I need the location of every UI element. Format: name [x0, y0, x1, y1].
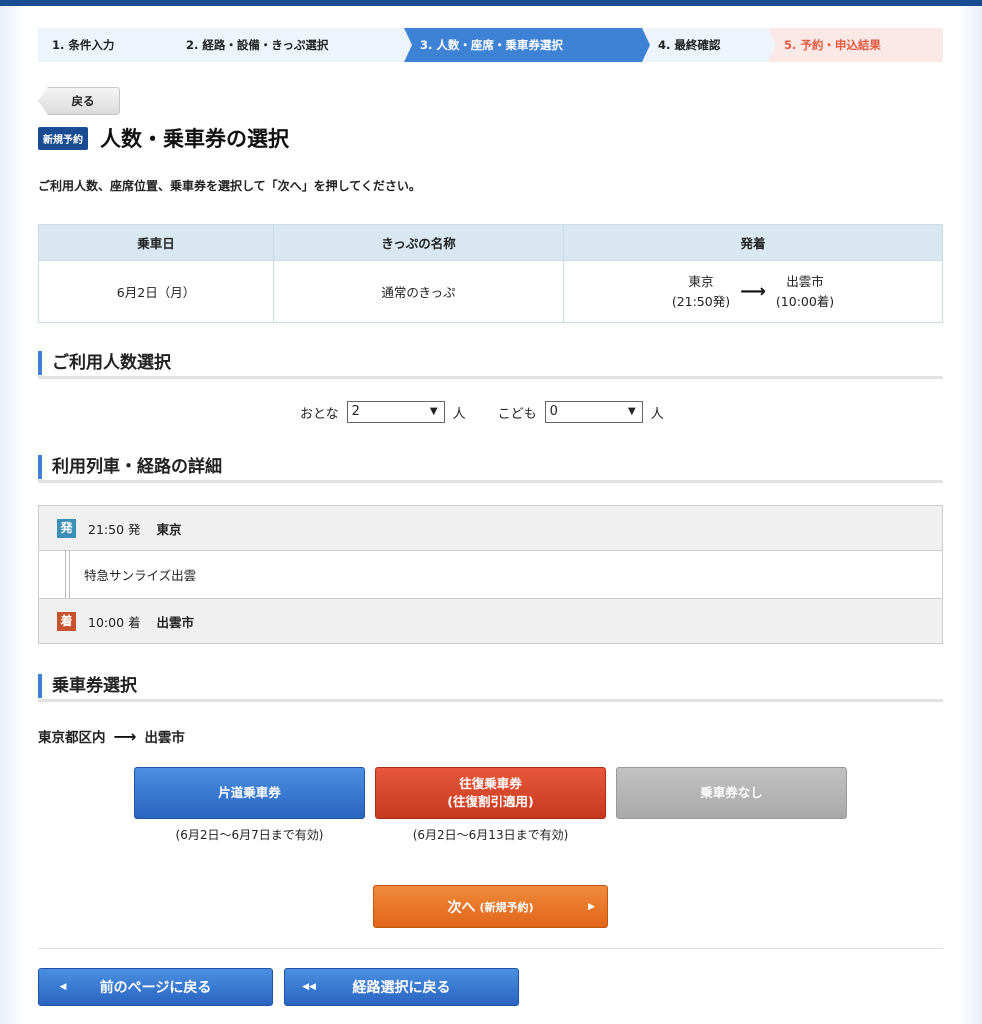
arrow-icon: ⟶ — [740, 280, 766, 302]
double-chevron-left-icon: ◀◀ — [302, 982, 316, 992]
page-title: 人数・乗車券の選択 — [100, 127, 289, 151]
section-accent-bar — [38, 351, 42, 375]
step-1: 1. 条件入力 — [38, 28, 172, 62]
arrow-icon: ⟶ — [113, 726, 137, 746]
arrival-time: 10:00 着 — [88, 614, 141, 630]
section-ticket-selection: 乗車券選択 — [38, 674, 943, 702]
prev-page-button[interactable]: ◀ 前のページに戻る — [38, 968, 273, 1006]
step-progress-bar: 1. 条件入力 2. 経路・設備・きっぷ選択 3. 人数・座席・乗車券選択 4.… — [38, 28, 943, 62]
route-detail-box: 発 21:50 発 東京 特急サンライズ出雲 着 10:00 着 出雲市 — [38, 505, 943, 644]
departure-icon: 発 — [57, 518, 76, 538]
summary-dep-station: 東京 — [688, 273, 714, 289]
chevron-down-icon: ▼ — [429, 406, 438, 417]
section-accent-bar — [38, 455, 42, 479]
summary-arr-station: 出雲市 — [786, 273, 824, 289]
ticket-route: 東京都区内 ⟶ 出雲市 — [38, 726, 185, 747]
divider — [38, 948, 943, 949]
passenger-count-row: おとな 2 ▼ 人 こども 0 ▼ 人 — [300, 401, 672, 423]
ticket-from: 東京都区内 — [38, 730, 106, 746]
step-5: 5. 予約・申込結果 — [768, 28, 943, 62]
next-button[interactable]: 次へ (新規予約) ▶ — [373, 885, 608, 928]
section-title: ご利用人数選択 — [52, 353, 171, 373]
round-trip-ticket-button[interactable]: 往復乗車券 (往復割引適用) — [375, 767, 606, 819]
title-row: 新規予約 人数・乗車券の選択 — [38, 124, 289, 152]
departure-time: 21:50 発 — [88, 521, 141, 537]
step-4: 4. 最終確認 — [642, 28, 776, 62]
summary-dep-time: (21:50発) — [671, 293, 731, 309]
header-ticket-name: きっぷの名称 — [273, 224, 564, 261]
ticket-to: 出雲市 — [144, 730, 185, 746]
section-title: 乗車券選択 — [52, 676, 137, 696]
arrival-icon: 着 — [57, 611, 76, 631]
back-button[interactable]: 戻る — [38, 87, 120, 115]
chevron-down-icon: ▼ — [627, 406, 636, 417]
section-passenger-count: ご利用人数選択 — [38, 351, 943, 379]
ticket-name: 通常のきっぷ — [273, 260, 564, 323]
chevron-left-icon: ◀ — [59, 982, 67, 992]
adult-count-select[interactable]: 2 ▼ — [346, 401, 445, 423]
route-departure-row: 発 21:50 発 東京 — [39, 506, 942, 550]
unit-label: 人 — [650, 406, 664, 422]
summary-arr-time: (10:00着) — [775, 293, 835, 309]
one-way-validity: (6月2日〜6月7日まで有効) — [175, 828, 324, 842]
section-title: 利用列車・経路の詳細 — [52, 457, 222, 477]
route-select-back-button[interactable]: ◀◀ 経路選択に戻る — [284, 968, 519, 1006]
departure-station: 東京 — [156, 521, 182, 537]
child-count-select[interactable]: 0 ▼ — [544, 401, 643, 423]
instruction-text: ご利用人数、座席位置、乗車券を選択して「次へ」を押してください。 — [38, 179, 421, 193]
new-reservation-badge: 新規予約 — [38, 126, 88, 150]
route-arrival-row: 着 10:00 着 出雲市 — [39, 599, 942, 643]
route-train-row: 特急サンライズ出雲 — [39, 550, 942, 599]
unit-label: 人 — [452, 406, 466, 422]
trip-summary-table: 乗車日 きっぷの名称 発着 6月2日（月） 通常のきっぷ 東京 (21:50発)… — [38, 224, 943, 323]
arrival-station: 出雲市 — [156, 614, 195, 630]
train-name: 特急サンライズ出雲 — [84, 568, 197, 583]
no-ticket-button[interactable]: 乗車券なし — [616, 767, 847, 819]
section-accent-bar — [38, 674, 42, 698]
chevron-right-icon: ▶ — [588, 901, 595, 912]
top-border — [0, 0, 982, 6]
dep-arr-cell: 東京 (21:50発) ⟶ 出雲市 (10:00着) — [563, 260, 943, 323]
route-line — [65, 550, 70, 599]
header-date: 乗車日 — [38, 224, 274, 261]
one-way-ticket-button[interactable]: 片道乗車券 — [134, 767, 365, 819]
round-trip-validity: (6月2日〜6月13日まで有効) — [412, 828, 569, 842]
trip-date: 6月2日（月） — [38, 260, 274, 323]
step-2: 2. 経路・設備・きっぷ選択 — [164, 28, 412, 62]
adult-label: おとな — [300, 406, 339, 422]
header-dep-arr: 発着 — [563, 224, 943, 261]
child-label: こども — [497, 406, 537, 422]
section-route-detail: 利用列車・経路の詳細 — [38, 455, 943, 483]
step-3-current: 3. 人数・座席・乗車券選択 — [404, 28, 650, 62]
